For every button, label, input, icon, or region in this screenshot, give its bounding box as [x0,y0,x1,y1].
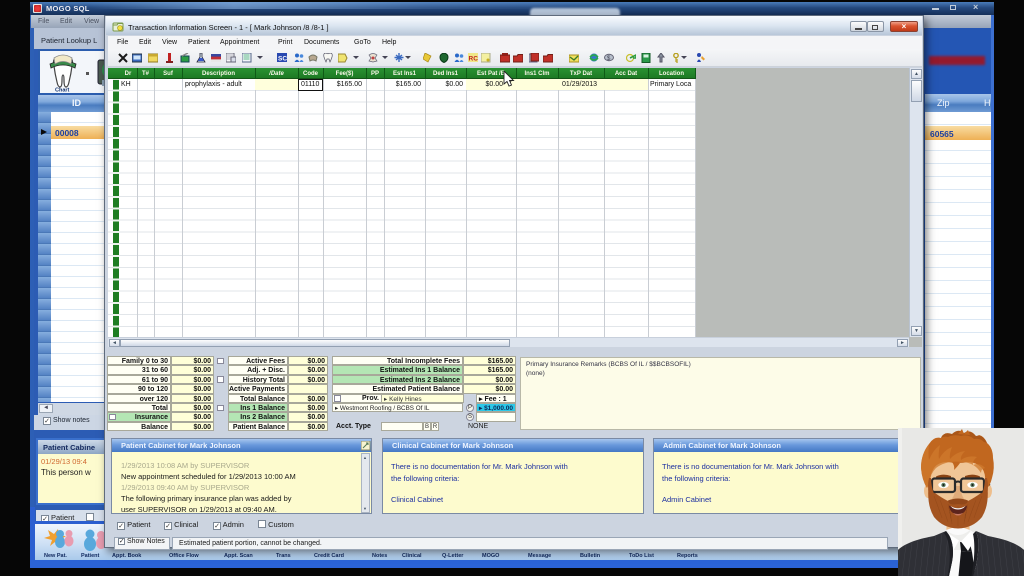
svg-text:RC: RC [469,56,479,63]
svg-text:Chart: Chart [55,88,70,93]
svg-text:SC: SC [278,56,287,63]
